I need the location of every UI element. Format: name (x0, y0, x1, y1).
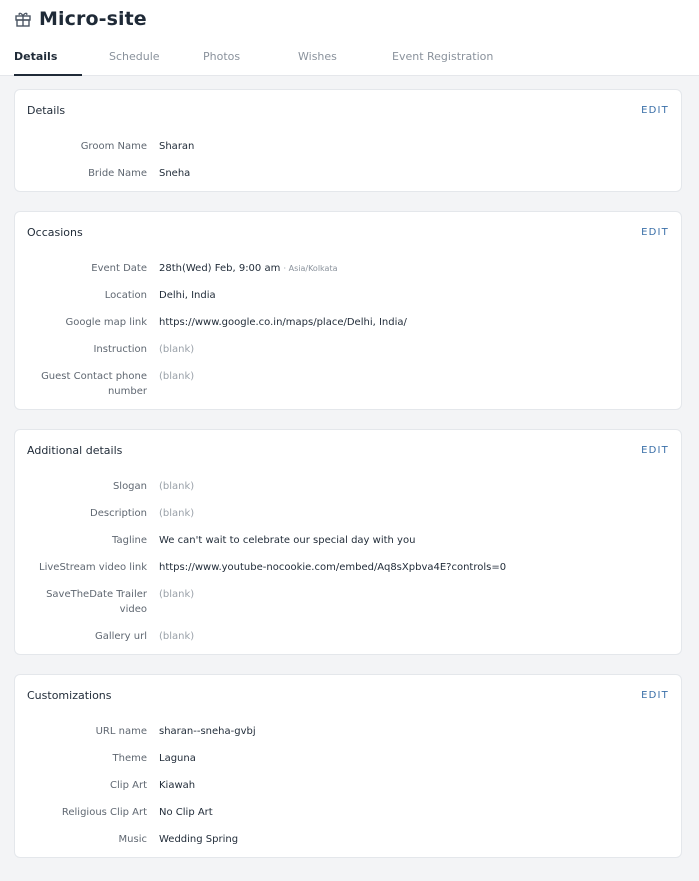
field-label: Gallery url (94, 631, 147, 642)
details-card: Details EDIT Groom Name Sharan Bride Nam… (14, 89, 682, 192)
edit-additional-details-button[interactable]: EDIT (641, 445, 669, 456)
field-value: sharan--sneha-gvbj (159, 726, 256, 737)
field-value: Wedding Spring (159, 834, 239, 845)
edit-details-button[interactable]: EDIT (641, 105, 669, 116)
field-value: https://www.google.co.in/maps/place/Delh… (159, 317, 407, 328)
tab-photos[interactable]: Photos (203, 50, 240, 76)
field-label: Groom Name (80, 141, 147, 152)
field-label: Description (90, 508, 147, 519)
field-label: Clip Art (110, 780, 147, 791)
field-label: Guest Contact phone number (17, 369, 147, 399)
field-label: LiveStream video link (39, 562, 147, 573)
field-label: Event Date (91, 263, 147, 274)
field-value: (blank) (159, 344, 195, 355)
field-label: Tagline (112, 535, 147, 546)
tab-event-registration[interactable]: Event Registration (392, 50, 493, 76)
field-value: (blank) (159, 371, 195, 382)
field-value: (blank) (159, 481, 195, 492)
field-value: (blank) (159, 508, 195, 519)
field-label: Religious Clip Art (61, 807, 147, 818)
card-title: Customizations (27, 689, 112, 702)
field-label: Location (104, 290, 147, 301)
field-value: Kiawah (159, 780, 196, 791)
field-label: SaveTheDate Trailer video (17, 587, 147, 617)
customizations-card: Customizations EDIT URL name sharan--sne… (14, 674, 682, 858)
gift-icon (14, 10, 32, 28)
additional-details-card: Additional details EDIT Slogan (blank) D… (14, 429, 682, 655)
edit-occasions-button[interactable]: EDIT (641, 227, 669, 238)
occasions-card: Occasions EDIT Event Date 28th(Wed) Feb,… (14, 211, 682, 410)
tab-schedule[interactable]: Schedule (109, 50, 160, 76)
tab-wishes[interactable]: Wishes (298, 50, 337, 76)
page-title: Micro-site (39, 8, 147, 30)
field-label: Bride Name (88, 168, 147, 179)
field-value: Delhi, India (159, 290, 216, 301)
field-value: 28th(Wed) Feb, 9:00 am · Asia/Kolkata (159, 261, 337, 276)
field-value: (blank) (159, 631, 195, 642)
field-value: (blank) (159, 589, 195, 600)
timezone-label: · Asia/Kolkata (283, 264, 338, 273)
card-title: Details (27, 104, 66, 117)
active-tab-indicator (14, 74, 82, 76)
label-line: Guest Contact phone (41, 371, 147, 382)
field-label: Music (118, 834, 147, 845)
card-title: Occasions (27, 226, 83, 239)
page-header: Micro-site Details Schedule Photos Wishe… (0, 0, 699, 76)
edit-customizations-button[interactable]: EDIT (641, 690, 669, 701)
field-label: Theme (112, 753, 148, 764)
label-line: number (107, 386, 147, 397)
field-value: Laguna (159, 753, 196, 764)
label-line: SaveTheDate Trailer (46, 589, 147, 600)
field-label: URL name (95, 726, 147, 737)
field-value: No Clip Art (159, 807, 213, 818)
field-value: We can't wait to celebrate our special d… (159, 535, 416, 546)
card-title: Additional details (27, 444, 123, 457)
tab-details[interactable]: Details (14, 50, 57, 76)
field-value: https://www.youtube-nocookie.com/embed/A… (159, 562, 507, 573)
tab-bar: Details Schedule Photos Wishes Event Reg… (0, 50, 699, 76)
field-label: Instruction (93, 344, 147, 355)
title-row: Micro-site (14, 8, 147, 30)
field-value: Sneha (159, 168, 191, 179)
field-label: Google map link (65, 317, 147, 328)
field-value: Sharan (159, 141, 195, 152)
event-date-value: 28th(Wed) Feb, 9:00 am (159, 263, 281, 274)
label-line: video (119, 604, 147, 615)
field-label: Slogan (112, 481, 147, 492)
